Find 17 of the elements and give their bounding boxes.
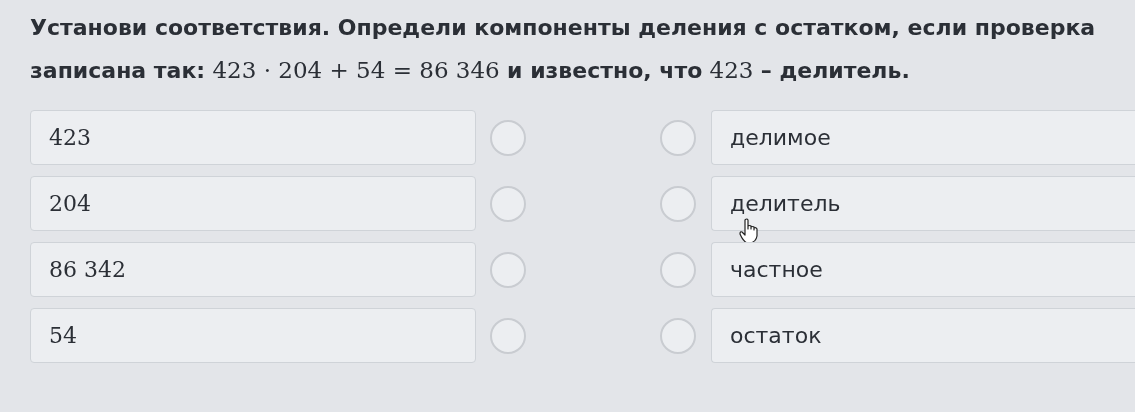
- connector-circle[interactable]: [660, 251, 696, 288]
- answer-card[interactable]: 204: [30, 176, 476, 231]
- connector-circle[interactable]: [660, 317, 696, 354]
- answer-card[interactable]: частное: [711, 242, 1135, 297]
- connector-circle[interactable]: [660, 119, 696, 156]
- answer-card[interactable]: 423: [30, 110, 476, 165]
- connector-circle[interactable]: [490, 317, 526, 354]
- connector-circle[interactable]: [490, 251, 526, 288]
- answer-card[interactable]: делимое: [711, 110, 1135, 165]
- question-text: Установи соответствия. Определи компоненты деления с остатком, если проверка записана так: 423 · 204 + 54 = 86 346 и известно, что 423 – делитель.: [30, 14, 1097, 85]
- answer-card[interactable]: 86 342: [30, 242, 476, 297]
- connector-circle[interactable]: [490, 185, 526, 222]
- answer-card[interactable]: делитель: [711, 176, 1135, 231]
- connector-circle[interactable]: [490, 119, 526, 156]
- connector-circle[interactable]: [660, 185, 696, 222]
- answer-card[interactable]: остаток: [711, 308, 1135, 363]
- answer-card[interactable]: 54: [30, 308, 476, 363]
